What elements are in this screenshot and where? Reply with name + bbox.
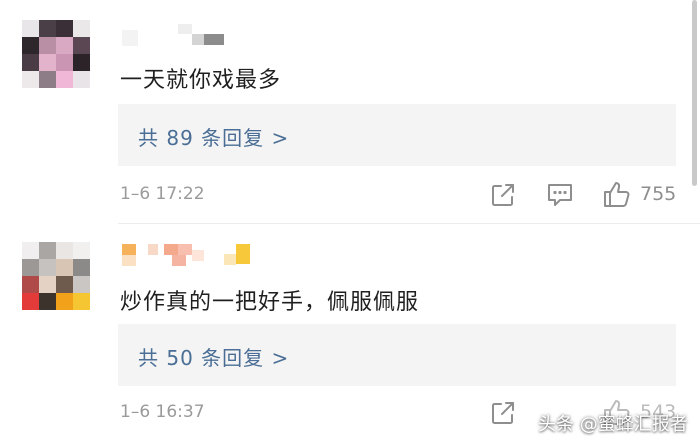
- share-icon[interactable]: [490, 182, 516, 208]
- view-replies-link[interactable]: 共 50 条回复 >: [138, 342, 289, 371]
- comment-timestamp: 1–6 17:22: [120, 184, 205, 204]
- thumbs-up-icon[interactable]: [602, 179, 632, 209]
- watermark: 头条 @蜜蜂汇报者: [538, 414, 688, 435]
- view-replies-link[interactable]: 共 89 条回复 >: [138, 122, 289, 151]
- username-blurred[interactable]: [120, 24, 260, 46]
- like-count: 755: [640, 183, 677, 205]
- comment-text: 一天就你戏最多: [120, 68, 282, 93]
- divider: [118, 223, 700, 224]
- avatar[interactable]: [22, 242, 90, 310]
- username-blurred[interactable]: [120, 244, 260, 266]
- replies-box[interactable]: 共 50 条回复 >: [118, 324, 676, 386]
- share-icon[interactable]: [490, 400, 516, 426]
- comment-timestamp: 1–6 16:37: [120, 402, 205, 422]
- avatar[interactable]: [22, 20, 90, 88]
- comment-text: 炒作真的一把好手，佩服佩服: [120, 290, 420, 315]
- comment-icon[interactable]: [546, 182, 574, 208]
- scrollbar[interactable]: [692, 0, 697, 186]
- replies-box[interactable]: 共 89 条回复 >: [118, 104, 676, 166]
